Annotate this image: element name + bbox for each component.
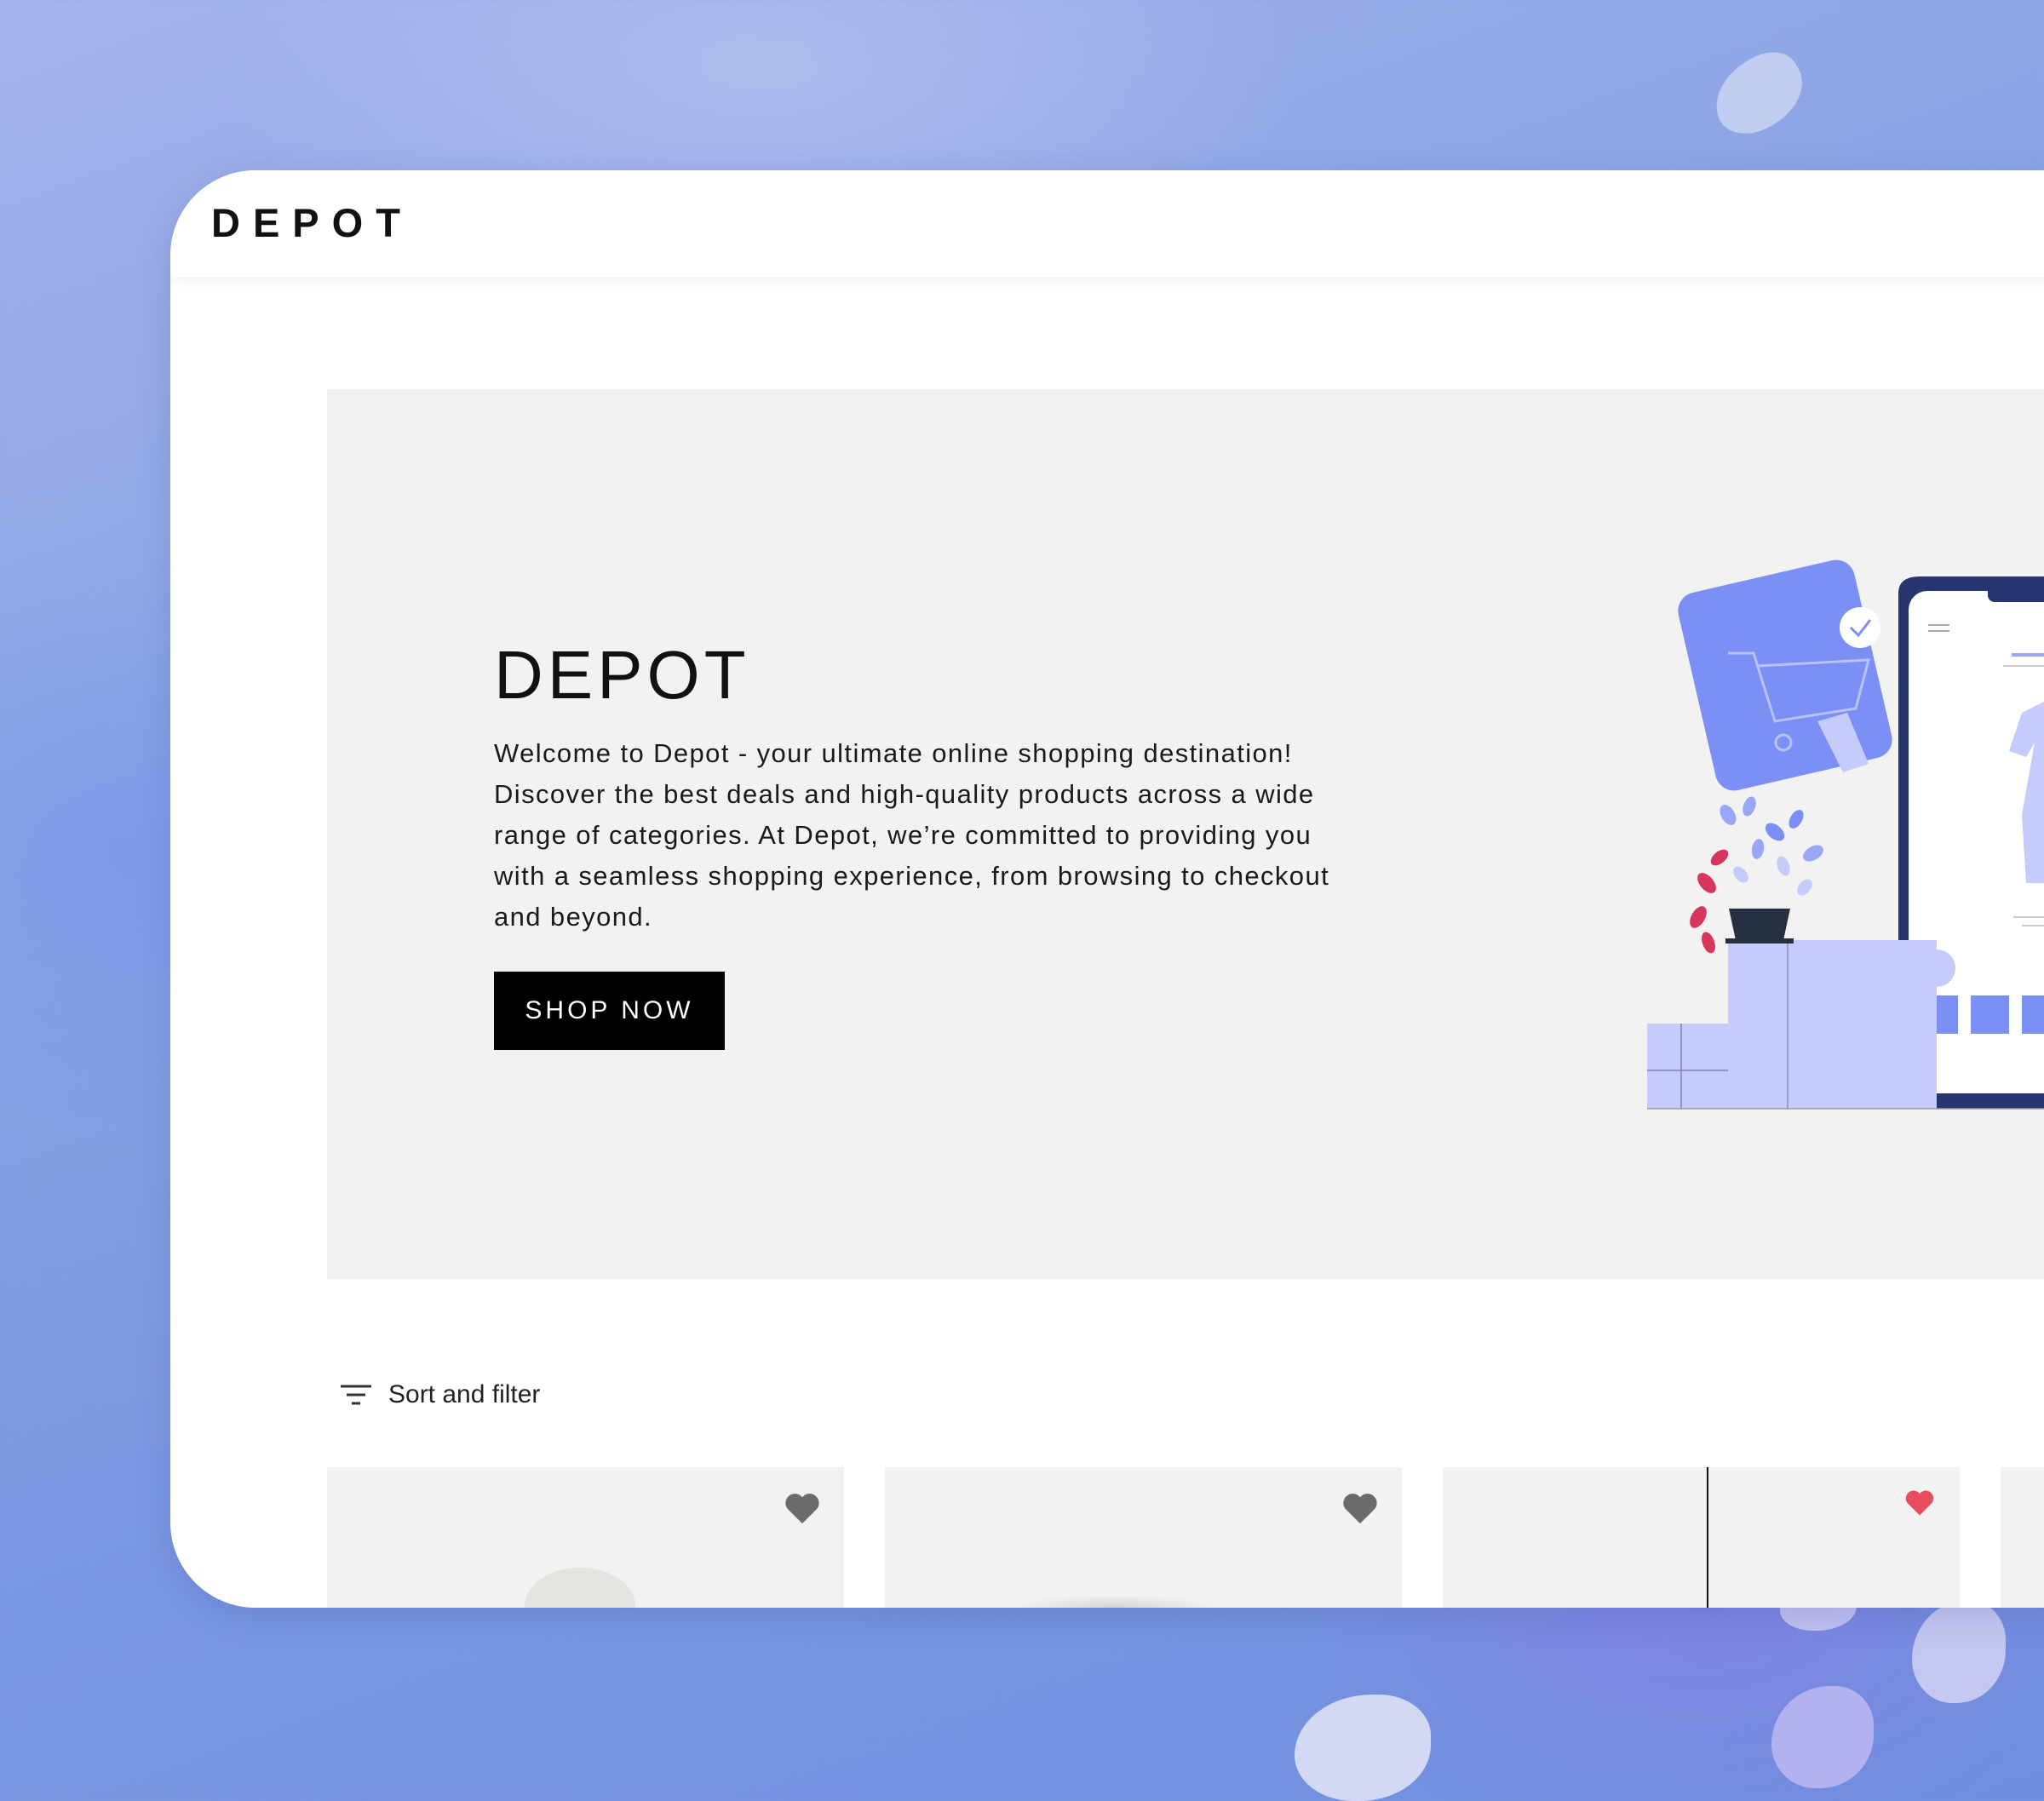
shop-now-button[interactable]: SHOP NOW — [494, 972, 725, 1050]
product-image — [525, 1568, 635, 1608]
filter-icon — [341, 1385, 371, 1405]
product-card[interactable] — [327, 1467, 844, 1608]
background-petal — [1771, 1686, 1874, 1788]
product-card[interactable] — [2001, 1467, 2044, 1608]
heart-icon[interactable] — [1904, 1488, 1935, 1517]
background-petal — [1701, 40, 1817, 147]
hero-banner: DEPOT Welcome to Depot - your ultimate o… — [327, 389, 2044, 1279]
heart-icon[interactable] — [784, 1491, 821, 1525]
top-navigation-bar: DEPOT — [170, 170, 2044, 277]
potted-plant — [1690, 796, 1823, 954]
product-image — [1013, 1595, 1217, 1608]
product-card[interactable] — [1443, 1467, 1960, 1608]
sort-and-filter-toggle[interactable]: Sort and filter — [339, 1371, 540, 1419]
product-image — [1707, 1467, 1708, 1608]
browser-window: DEPOT DEPOT Welcome to Depot - your ulti… — [170, 170, 2044, 1608]
brand-logo[interactable]: DEPOT — [211, 199, 413, 246]
heart-icon[interactable] — [1341, 1491, 1379, 1525]
hero-title: DEPOT — [494, 637, 750, 713]
online-shopping-illustration: 99 — [1647, 559, 2044, 1110]
hero-description: Welcome to Depot - your ultimate online … — [494, 738, 1330, 932]
sort-and-filter-label: Sort and filter — [388, 1380, 541, 1408]
background-petal — [1295, 1695, 1431, 1801]
shopping-cart-card — [1678, 559, 1892, 791]
background-petal — [1912, 1601, 2006, 1703]
product-card[interactable] — [885, 1467, 1402, 1608]
